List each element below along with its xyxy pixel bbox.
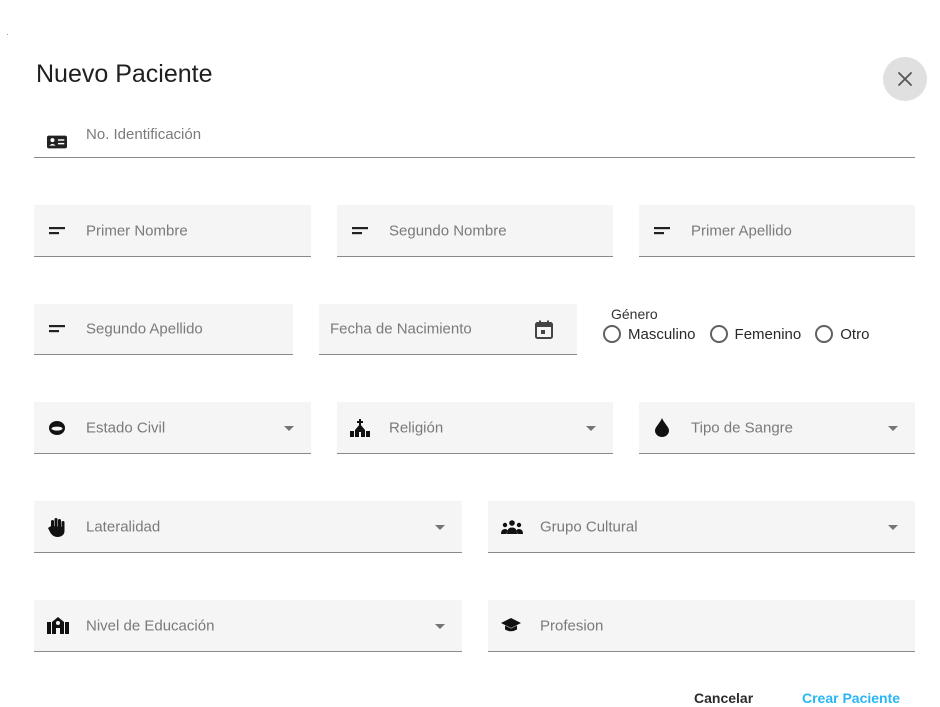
nivel-educacion-select[interactable]: Nivel de Educación xyxy=(34,600,462,652)
religion-label: Religión xyxy=(389,419,444,436)
nivel-educacion-label: Nivel de Educación xyxy=(86,617,215,634)
short-text-icon xyxy=(652,221,672,241)
estado-civil-label: Estado Civil xyxy=(86,419,166,436)
cancel-button[interactable]: Cancelar xyxy=(694,690,753,706)
group-icon xyxy=(501,517,523,537)
grupo-cultural-label: Grupo Cultural xyxy=(540,518,638,535)
genero-label: Género xyxy=(611,306,658,322)
primer-nombre-label: Primer Nombre xyxy=(86,222,188,239)
calendar-icon[interactable] xyxy=(535,320,553,339)
short-text-icon xyxy=(350,221,370,241)
radio-otro[interactable] xyxy=(815,325,834,343)
lateralidad-label: Lateralidad xyxy=(86,518,161,535)
dialog-title: Nuevo Paciente xyxy=(36,60,213,88)
tipo-sangre-select[interactable]: Tipo de Sangre xyxy=(639,402,915,454)
identificacion-label: No. Identificación xyxy=(86,126,202,143)
radio-femenino-label: Femenino xyxy=(734,325,802,343)
close-icon xyxy=(897,71,913,87)
chevron-down-icon xyxy=(435,524,445,530)
primer-nombre-field[interactable]: Primer Nombre xyxy=(34,205,311,257)
ring-icon xyxy=(47,418,67,438)
radio-masculino[interactable] xyxy=(603,325,621,343)
school-icon xyxy=(47,616,69,636)
chevron-down-icon xyxy=(586,425,596,431)
religion-select[interactable]: Religión xyxy=(337,402,613,454)
fecha-nacimiento-label: Fecha de Nacimiento xyxy=(330,320,472,338)
profesion-field[interactable]: Profesion xyxy=(488,600,915,652)
chevron-down-icon xyxy=(284,425,294,431)
close-button[interactable] xyxy=(883,57,927,101)
short-text-icon xyxy=(47,221,67,241)
tipo-sangre-label: Tipo de Sangre xyxy=(691,419,794,436)
fecha-nacimiento-field[interactable]: Fecha de Nacimiento xyxy=(319,304,577,355)
chevron-down-icon xyxy=(435,623,445,629)
grupo-cultural-select[interactable]: Grupo Cultural xyxy=(488,501,915,553)
chevron-down-icon xyxy=(888,425,898,431)
segundo-apellido-label: Segundo Apellido xyxy=(86,320,203,338)
primer-apellido-field[interactable]: Primer Apellido xyxy=(639,205,915,257)
church-icon xyxy=(350,418,370,438)
lateralidad-select[interactable]: Lateralidad xyxy=(34,501,462,553)
segundo-apellido-field[interactable]: Segundo Apellido xyxy=(34,304,293,355)
id-card-icon xyxy=(47,132,67,152)
chevron-down-icon xyxy=(888,524,898,530)
estado-civil-select[interactable]: Estado Civil xyxy=(34,402,311,454)
identificacion-field[interactable]: No. Identificación xyxy=(34,117,915,158)
segundo-nombre-field[interactable]: Segundo Nombre xyxy=(337,205,613,257)
create-patient-button[interactable]: Crear Paciente xyxy=(802,690,900,706)
radio-otro-label: Otro xyxy=(840,325,870,343)
radio-masculino-label: Masculino xyxy=(628,325,696,343)
blood-drop-icon xyxy=(652,418,672,438)
primer-apellido-label: Primer Apellido xyxy=(691,222,792,239)
hand-icon xyxy=(47,517,67,537)
short-text-icon xyxy=(47,319,67,339)
profesion-label: Profesion xyxy=(540,617,604,634)
decorative-dot xyxy=(7,34,8,35)
radio-femenino[interactable] xyxy=(709,325,728,343)
segundo-nombre-label: Segundo Nombre xyxy=(389,222,507,239)
genero-radio-group: Masculino Femenino Otro xyxy=(603,325,869,343)
graduation-cap-icon xyxy=(501,616,521,636)
